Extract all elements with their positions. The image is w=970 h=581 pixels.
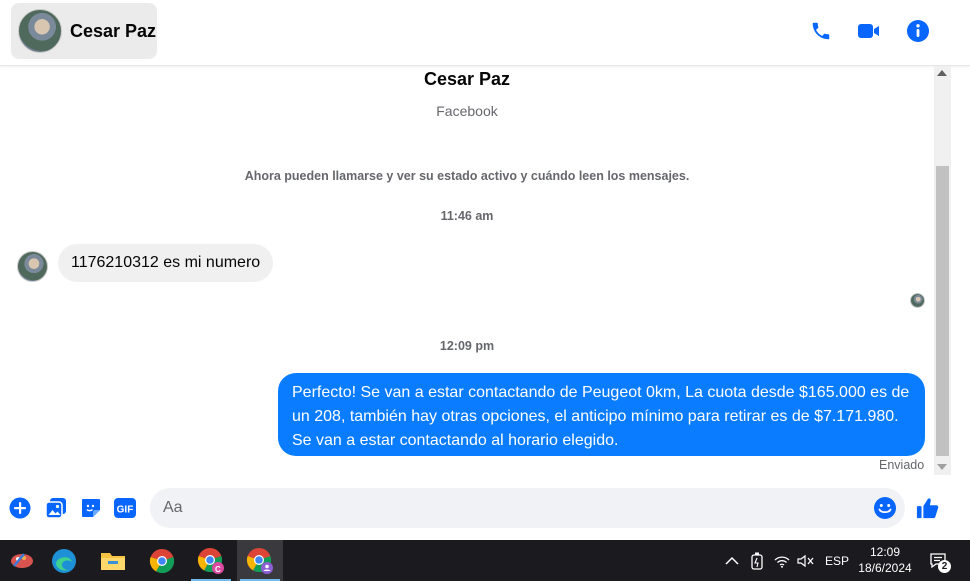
start-button-icon[interactable] [0, 540, 46, 581]
scroll-thumb[interactable] [936, 166, 949, 456]
svg-text:GIF: GIF [117, 505, 134, 516]
notification-count-badge: 2 [938, 560, 951, 573]
conversation-profile-subtitle: Facebook [436, 103, 498, 119]
message-composer: GIF [0, 480, 970, 540]
contact-name: Cesar Paz [70, 21, 157, 41]
like-thumb-icon[interactable] [916, 496, 940, 520]
emoji-icon[interactable] [873, 496, 897, 520]
conversation-profile-name: Cesar Paz [423, 69, 511, 89]
volume-muted-icon[interactable] [797, 540, 815, 581]
gif-icon[interactable]: GIF [113, 496, 137, 520]
file-explorer-icon[interactable] [90, 540, 136, 581]
read-receipt-avatar [910, 293, 925, 308]
outgoing-message-bubble[interactable]: Perfecto! Se van a estar contactando de … [278, 373, 925, 456]
messenger-window: Cesar Paz Cesar Paz Facebook Ahora puede… [0, 0, 970, 540]
timestamp-divider: 12:09 pm [439, 339, 495, 353]
notification-center-icon[interactable]: 2 [929, 540, 951, 581]
chrome-profile-active-icon[interactable] [237, 540, 283, 581]
info-icon[interactable] [906, 19, 930, 43]
edge-browser-icon[interactable] [41, 540, 87, 581]
windows-taskbar: C ESP 12:09 18/6/2024 2 [0, 540, 970, 581]
timestamp-divider: 11:46 am [440, 209, 494, 223]
contact-profile-button[interactable]: Cesar Paz [11, 3, 157, 59]
sticker-icon[interactable] [79, 496, 103, 520]
clock-date: 18/6/2024 [858, 561, 912, 575]
battery-plug-icon[interactable] [750, 540, 764, 581]
chrome-profile-badge: C [215, 565, 221, 574]
incoming-message-bubble[interactable]: 1176210312 es mi numero [58, 244, 274, 282]
chat-header: Cesar Paz [0, 0, 970, 66]
wifi-icon[interactable] [774, 540, 790, 581]
message-input[interactable] [150, 488, 905, 528]
contact-avatar [18, 9, 62, 53]
attach-photo-icon[interactable] [44, 496, 68, 520]
conversation-scrollbar[interactable] [934, 66, 951, 475]
clock-time: 12:09 [869, 545, 901, 559]
scroll-up-arrow[interactable] [937, 70, 947, 76]
taskbar-clock[interactable]: 12:09 18/6/2024 [850, 544, 920, 576]
video-call-icon[interactable] [857, 19, 881, 43]
sender-avatar[interactable] [17, 251, 48, 282]
input-language-indicator[interactable]: ESP [825, 540, 849, 581]
chrome-profile-icon[interactable]: C [188, 540, 234, 581]
chrome-browser-icon[interactable] [139, 540, 185, 581]
more-actions-icon[interactable] [8, 496, 32, 520]
message-sent-status: Enviado [879, 458, 925, 472]
phone-call-icon[interactable] [809, 19, 833, 43]
show-hidden-icons-chevron-icon[interactable] [725, 540, 739, 581]
scroll-down-arrow[interactable] [937, 464, 947, 470]
system-message: Ahora pueden llamarse y ver su estado ac… [244, 169, 690, 183]
